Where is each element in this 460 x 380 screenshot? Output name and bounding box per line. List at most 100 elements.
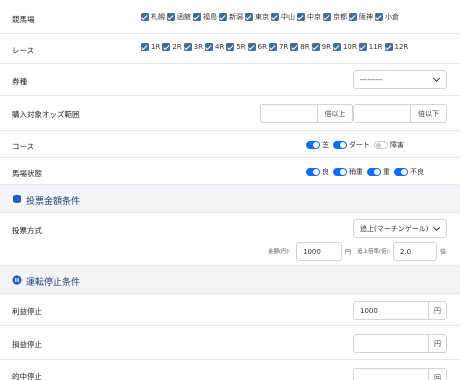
pause-circle-icon bbox=[12, 275, 22, 285]
checkbox-checked-icon bbox=[384, 43, 393, 51]
ticket-label: 券種 bbox=[12, 77, 27, 86]
venue-checkbox-hakodate[interactable]: 函館 bbox=[167, 12, 191, 22]
loss-stop-unit: 円 bbox=[429, 334, 447, 353]
hit-stop-label: 的中停止 bbox=[12, 372, 42, 380]
track-toggle-group: 良 稍重 重 不良 bbox=[302, 167, 424, 177]
venue-checkbox-group: 札幌 函館 福島 新潟 東京 中山 中京 京都 阪神 小倉 bbox=[141, 12, 401, 22]
checkbox-checked-icon bbox=[141, 13, 149, 21]
profit-stop-row: 利益停止 1000 円 bbox=[0, 294, 460, 326]
stop-section-header: 運転停止条件 bbox=[0, 266, 460, 294]
rate-label: 追上倍率(倍): bbox=[357, 249, 391, 255]
track-toggle-bad[interactable]: 不良 bbox=[394, 167, 424, 177]
race-checkbox-8r[interactable]: 8R bbox=[290, 43, 310, 51]
checkbox-checked-icon bbox=[183, 43, 192, 51]
venue-checkbox-hanshin[interactable]: 阪神 bbox=[349, 12, 373, 22]
bet-section-title: 投票金額条件 bbox=[26, 197, 81, 207]
race-checkbox-4r[interactable]: 4R bbox=[204, 43, 224, 51]
track-toggle-good[interactable]: 良 bbox=[306, 167, 329, 177]
hit-stop-unit: 回 bbox=[429, 368, 447, 380]
checkbox-checked-icon bbox=[268, 43, 277, 51]
venue-checkbox-fukushima[interactable]: 福島 bbox=[193, 12, 217, 22]
bet-method-select[interactable]: 追上(マーチンゲール) bbox=[353, 219, 447, 238]
odds-min-input[interactable] bbox=[260, 104, 318, 123]
stop-section-title: 運転停止条件 bbox=[26, 278, 81, 288]
odds-max-suffix: 倍以下 bbox=[411, 104, 447, 123]
odds-label: 購入対象オッズ範囲 bbox=[12, 110, 80, 119]
profit-stop-input[interactable]: 1000 bbox=[353, 301, 429, 320]
checkbox-checked-icon bbox=[297, 13, 305, 21]
hit-stop-row: 的中停止 回 bbox=[0, 360, 460, 380]
toggle-on-icon bbox=[394, 168, 408, 176]
rate-unit: 倍 bbox=[440, 249, 447, 256]
ticket-select[interactable]: --------- bbox=[353, 70, 447, 89]
track-row: 馬場状態 良 稍重 重 不良 bbox=[0, 158, 460, 185]
race-checkbox-11r[interactable]: 11R bbox=[358, 43, 383, 51]
checkbox-checked-icon bbox=[290, 43, 299, 51]
chevron-down-icon bbox=[432, 74, 441, 83]
toggle-on-icon bbox=[367, 168, 381, 176]
race-checkbox-3r[interactable]: 3R bbox=[183, 43, 203, 51]
course-toggle-turf[interactable]: 芝 bbox=[306, 140, 329, 150]
chevron-down-icon bbox=[432, 223, 441, 232]
race-checkbox-12r[interactable]: 12R bbox=[384, 43, 408, 51]
venue-row: 競馬場 札幌 函館 福島 新潟 東京 中山 中京 京都 阪神 小倉 bbox=[0, 0, 460, 34]
rate-input[interactable]: 2.0 bbox=[393, 242, 437, 261]
hit-stop-input[interactable] bbox=[353, 368, 429, 380]
toggle-off-icon bbox=[374, 141, 388, 149]
toggle-on-icon bbox=[306, 141, 320, 149]
race-checkbox-6r[interactable]: 6R bbox=[247, 43, 267, 51]
course-row: コース 芝 ダート 障害 bbox=[0, 131, 460, 158]
bet-section-header: 投票金額条件 bbox=[0, 185, 460, 213]
checkbox-checked-icon bbox=[141, 43, 149, 51]
checkbox-checked-icon bbox=[358, 43, 367, 51]
odds-max-input[interactable] bbox=[353, 104, 411, 123]
profit-stop-label: 利益停止 bbox=[12, 307, 42, 316]
venue-checkbox-tokyo[interactable]: 東京 bbox=[245, 12, 269, 22]
checkbox-checked-icon bbox=[167, 13, 175, 21]
race-checkbox-9r[interactable]: 9R bbox=[311, 43, 331, 51]
profit-stop-unit: 円 bbox=[429, 301, 447, 320]
checkbox-checked-icon bbox=[375, 13, 383, 21]
race-checkbox-10r[interactable]: 10R bbox=[332, 43, 357, 51]
venue-checkbox-kyoto[interactable]: 京都 bbox=[323, 12, 347, 22]
amount-input[interactable]: 1000 bbox=[296, 242, 342, 261]
course-toggle-group: 芝 ダート 障害 bbox=[302, 140, 404, 150]
race-checkbox-group: 1R 2R 3R 4R 5R 6R 7R 8R 9R 10R 11R 12R bbox=[141, 43, 410, 51]
loss-stop-row: 損益停止 円 bbox=[0, 326, 460, 360]
track-toggle-slightly-heavy[interactable]: 稍重 bbox=[333, 167, 363, 177]
venue-checkbox-chukyo[interactable]: 中京 bbox=[297, 12, 321, 22]
checkbox-checked-icon bbox=[247, 43, 256, 51]
checkbox-checked-icon bbox=[219, 13, 227, 21]
bet-method-label: 投票方式 bbox=[12, 226, 42, 235]
course-toggle-dirt[interactable]: ダート bbox=[333, 140, 370, 150]
track-toggle-heavy[interactable]: 重 bbox=[367, 167, 390, 177]
bet-method-select-value: 追上(マーチンゲール) bbox=[360, 224, 429, 233]
loss-stop-input[interactable] bbox=[353, 334, 429, 353]
loss-stop-label: 損益停止 bbox=[12, 340, 42, 349]
checkbox-checked-icon bbox=[193, 13, 201, 21]
checkbox-checked-icon bbox=[271, 13, 279, 21]
course-label: コース bbox=[12, 142, 35, 151]
race-checkbox-2r[interactable]: 2R bbox=[162, 43, 182, 51]
amount-label: 金額(円): bbox=[268, 249, 291, 255]
venue-checkbox-niigata[interactable]: 新潟 bbox=[219, 12, 243, 22]
checkbox-checked-icon bbox=[162, 43, 171, 51]
race-checkbox-5r[interactable]: 5R bbox=[226, 43, 246, 51]
checkbox-checked-icon bbox=[226, 43, 235, 51]
odds-min-suffix: 倍以上 bbox=[318, 104, 353, 123]
course-toggle-jump[interactable]: 障害 bbox=[374, 140, 404, 150]
venue-checkbox-sapporo[interactable]: 札幌 bbox=[141, 12, 165, 22]
race-checkbox-7r[interactable]: 7R bbox=[268, 43, 288, 51]
race-label: レース bbox=[12, 46, 35, 55]
checkbox-checked-icon bbox=[323, 13, 331, 21]
toggle-on-icon bbox=[306, 168, 320, 176]
venue-checkbox-nakayama[interactable]: 中山 bbox=[271, 12, 295, 22]
race-checkbox-1r[interactable]: 1R bbox=[141, 43, 160, 51]
odds-row: 購入対象オッズ範囲 倍以上 倍以下 bbox=[0, 96, 460, 131]
coins-icon bbox=[13, 194, 21, 203]
amount-unit: 円 bbox=[345, 249, 352, 256]
bet-method-row: 投票方式 追上(マーチンゲール) 金額(円): 1000 円 追上倍率(倍): … bbox=[0, 213, 460, 266]
venue-label: 競馬場 bbox=[12, 15, 35, 24]
toggle-on-icon bbox=[333, 141, 347, 149]
venue-checkbox-kokura[interactable]: 小倉 bbox=[375, 12, 399, 22]
